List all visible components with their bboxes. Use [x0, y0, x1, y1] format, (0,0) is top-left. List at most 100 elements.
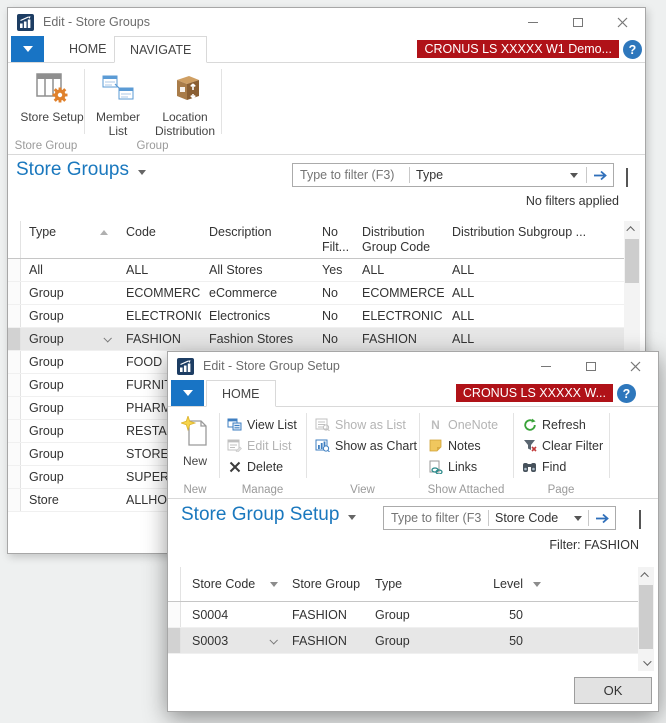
member-list-label: Member List: [96, 110, 140, 138]
location-distribution-button[interactable]: Location Distribution: [146, 68, 224, 138]
notes-icon: [427, 438, 444, 453]
page-title: Store Groups: [16, 159, 146, 181]
minimize-button[interactable]: [523, 352, 568, 380]
company-badge[interactable]: CRONUS LS XXXXX W1 Demo...: [417, 40, 619, 58]
close-button[interactable]: [600, 8, 645, 36]
maximize-button[interactable]: [555, 8, 600, 36]
column-header-level[interactable]: Level: [473, 577, 525, 591]
help-icon[interactable]: ?: [623, 40, 642, 59]
ribbon-group-manage: View List Edit List Delete: [226, 414, 297, 477]
store-setup-label: Store Setup: [20, 110, 83, 124]
close-icon: [617, 17, 628, 28]
show-as-chart-button[interactable]: Show as Chart: [314, 435, 417, 456]
table-row[interactable]: S0004 FASHION Group 50: [168, 602, 638, 628]
filter-input[interactable]: [384, 508, 488, 528]
new-label: New: [183, 454, 207, 468]
scrollbar-thumb[interactable]: [639, 585, 653, 649]
ribbon-group-label-view: View: [306, 484, 419, 496]
filter-status: No filters applied: [526, 194, 619, 208]
clear-filter-button[interactable]: Clear Filter: [521, 435, 603, 456]
ok-button[interactable]: OK: [574, 677, 652, 704]
new-button[interactable]: New: [174, 412, 216, 468]
company-badge[interactable]: CRONUS LS XXXXX W...: [456, 384, 613, 402]
notes-button[interactable]: Notes: [427, 435, 498, 456]
table-row[interactable]: Group ELECTRONIC Electronics No ELECTRON…: [8, 305, 625, 328]
tab-home[interactable]: HOME: [206, 380, 276, 407]
maximize-button[interactable]: [568, 352, 613, 380]
collapse-filter-pane-button[interactable]: [639, 510, 641, 528]
ribbon-group-page: Refresh Clear Filter Find: [521, 414, 603, 477]
apply-filter-button[interactable]: [587, 164, 613, 186]
cell-dropdown-chevron-icon[interactable]: [269, 636, 277, 644]
onenote-button-disabled[interactable]: N OneNote: [427, 414, 498, 435]
view-list-button[interactable]: View List: [226, 414, 297, 435]
store-setup-button[interactable]: Store Setup: [18, 68, 86, 124]
window-store-group-setup: Edit - Store Group Setup HOME CRONUS LS …: [167, 351, 659, 712]
apply-filter-button[interactable]: [589, 507, 615, 529]
scroll-up-button[interactable]: [638, 567, 654, 583]
location-distribution-label: Location Distribution: [155, 110, 215, 138]
chevron-down-icon: [639, 510, 641, 529]
ribbon: New View List Edit List Delete Show as L…: [168, 407, 658, 499]
column-header-distribution-subgroup[interactable]: Distribution Subgroup ...: [444, 221, 625, 258]
scrollbar-thumb[interactable]: [625, 239, 639, 283]
chevron-down-icon: [643, 657, 651, 665]
close-button[interactable]: [613, 352, 658, 380]
minimize-icon: [528, 22, 538, 23]
ribbon-group-label-show-attached: Show Attached: [419, 484, 513, 496]
filter-field-select[interactable]: Store Code: [489, 511, 574, 525]
filter-input[interactable]: [293, 165, 409, 185]
tab-navigate[interactable]: NAVIGATE: [114, 36, 207, 63]
window-title: Edit - Store Group Setup: [203, 359, 340, 373]
filter-field-chevron-icon[interactable]: [570, 173, 578, 178]
help-icon[interactable]: ?: [617, 384, 636, 403]
page-title-caret-icon[interactable]: [348, 515, 356, 520]
member-list-button[interactable]: Member List: [90, 68, 146, 138]
delete-button[interactable]: Delete: [226, 456, 297, 477]
table-row[interactable]: All ALL All Stores Yes ALL ALL: [8, 259, 625, 282]
column-header-store-code[interactable]: Store Code: [181, 577, 284, 591]
chevron-up-icon: [626, 226, 634, 234]
column-header-type[interactable]: Type: [367, 577, 473, 591]
table-row[interactable]: Group ECOMMERCE eCommerce No ECOMMERCE A…: [8, 282, 625, 305]
refresh-button[interactable]: Refresh: [521, 414, 603, 435]
table-header: Store Code Store Group Type Level: [168, 567, 638, 602]
arrow-right-icon: [595, 513, 609, 524]
minimize-button[interactable]: [510, 8, 555, 36]
chevron-down-icon: [626, 168, 628, 187]
column-header-code[interactable]: Code: [118, 221, 201, 258]
location-distribution-icon: [146, 68, 224, 108]
ribbon-group-label-group: Group: [84, 140, 221, 152]
ribbon-group-view: Show as List Show as Chart: [314, 414, 417, 456]
filter-field-select[interactable]: Type: [410, 168, 570, 182]
chevron-down-icon: [183, 390, 193, 396]
store-group-setup-table: Store Code Store Group Type Level S0004 …: [168, 567, 638, 654]
links-button[interactable]: Links: [427, 456, 498, 477]
filter-field-chevron-icon[interactable]: [574, 516, 582, 521]
find-button[interactable]: Find: [521, 456, 603, 477]
filter-box: Type: [292, 163, 614, 187]
edit-list-button-disabled[interactable]: Edit List: [226, 435, 297, 456]
table-row-selected[interactable]: S0003 FASHION Group 50: [168, 628, 638, 654]
scroll-up-button[interactable]: [624, 221, 640, 237]
column-header-store-group[interactable]: Store Group: [284, 577, 367, 591]
view-list-icon: [226, 417, 243, 432]
vertical-scrollbar[interactable]: [638, 567, 654, 671]
scroll-down-button[interactable]: [638, 655, 654, 671]
show-as-list-button-disabled[interactable]: Show as List: [314, 414, 417, 435]
column-header-description[interactable]: Description: [201, 221, 314, 258]
maximize-icon: [573, 18, 583, 27]
column-header-distribution-group-code[interactable]: Distribution Group Code: [354, 221, 444, 258]
page-title-caret-icon[interactable]: [138, 170, 146, 175]
tab-home[interactable]: HOME: [54, 36, 122, 63]
onenote-icon: N: [427, 417, 444, 432]
collapse-filter-pane-button[interactable]: [626, 168, 628, 186]
application-menu-button[interactable]: [171, 380, 204, 406]
member-list-icon: [90, 68, 146, 108]
column-header-type[interactable]: Type: [21, 221, 118, 258]
cell-dropdown-chevron-icon[interactable]: [103, 334, 111, 342]
application-menu-button[interactable]: [11, 36, 44, 62]
column-header-no-filter[interactable]: No Filt...: [314, 221, 354, 258]
table-row-selected[interactable]: Group FASHION Fashion Stores No FASHION …: [8, 328, 625, 351]
nav-app-icon: [17, 14, 34, 31]
